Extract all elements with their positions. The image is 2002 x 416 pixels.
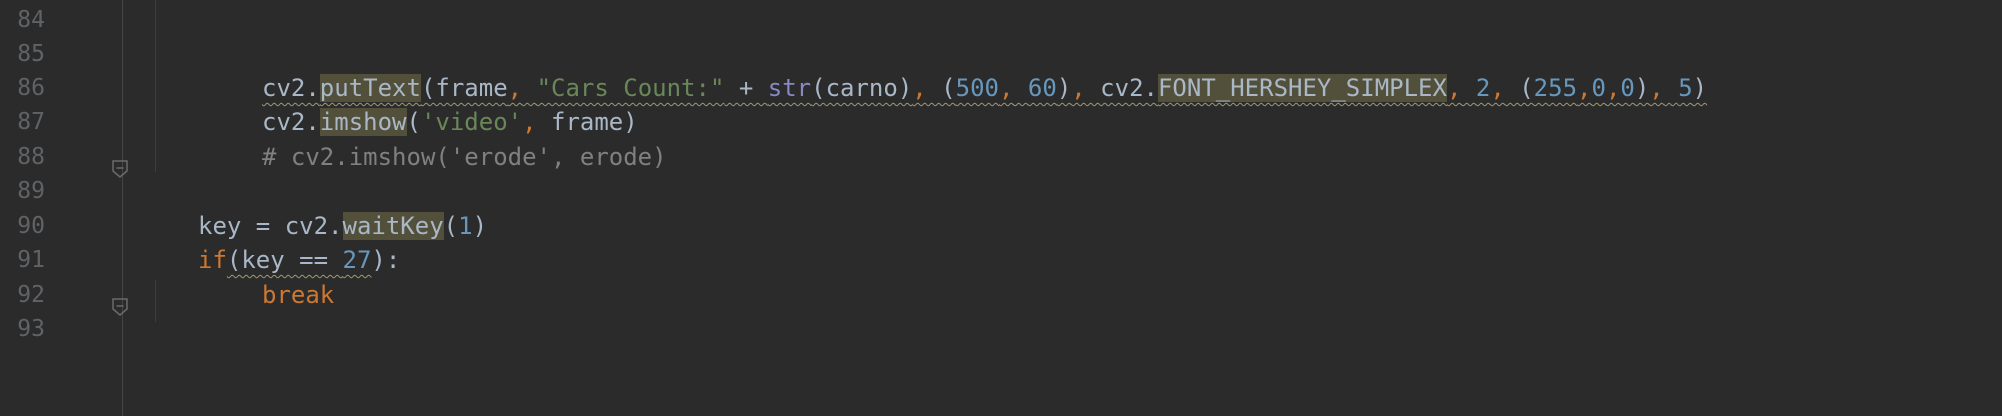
token-number: 1 [458, 212, 473, 240]
token: ): [371, 246, 401, 274]
token: ( [406, 108, 421, 136]
token: cv2. [1085, 74, 1158, 102]
token: , [1605, 74, 1621, 102]
token: , [1071, 74, 1086, 102]
token: , [1649, 74, 1664, 102]
token-number: 60 [1027, 74, 1057, 102]
token-number: 0 [1620, 74, 1635, 102]
token: ( [443, 212, 459, 240]
token: key = cv2. [198, 212, 343, 240]
token: ) [1692, 74, 1708, 102]
token-highlight: waitKey [342, 212, 444, 240]
token: ) [472, 212, 488, 240]
token-highlight: FONT_HERSHEY_SIMPLEX [1157, 74, 1447, 102]
token: , [1446, 74, 1462, 102]
fold-end-icon[interactable] [112, 286, 128, 316]
token: , [1490, 74, 1505, 102]
line-number: 93 [17, 316, 45, 342]
token-string: "Cars Count:" [536, 74, 725, 102]
token: (frame [420, 74, 508, 102]
token: (carno) [811, 74, 913, 102]
token: , [999, 74, 1014, 102]
token: frame) [536, 108, 638, 136]
token: cv2. [262, 74, 320, 102]
token: (key == [226, 246, 343, 274]
code-editor[interactable]: 84 85 86 cv2.putText(frame, "Cars Count:… [0, 0, 2002, 416]
token-number: 5 [1678, 74, 1693, 102]
token-number: 27 [342, 246, 372, 274]
token: , [507, 74, 523, 102]
token: ) [1634, 74, 1650, 102]
token-highlight: imshow [319, 108, 407, 136]
token-string: 'video' [420, 108, 523, 136]
token: , [1577, 74, 1592, 102]
token-highlight: putText [319, 74, 421, 102]
token-number: 0 [1591, 74, 1606, 102]
token: , [912, 74, 927, 102]
token-builtin: str [767, 74, 812, 102]
token-keyword: if [198, 246, 227, 274]
token-number: 2 [1475, 74, 1491, 102]
token: cv2. [262, 108, 320, 136]
token: ( [926, 74, 956, 102]
token-number: 500 [955, 74, 999, 102]
token: + [724, 74, 768, 102]
token: , [522, 108, 537, 136]
fold-end-icon[interactable] [112, 148, 128, 178]
code-line[interactable]: 93 [0, 307, 2002, 351]
token: ( [1504, 74, 1534, 102]
token: ) [1056, 74, 1072, 102]
token-number: 255 [1533, 74, 1578, 102]
